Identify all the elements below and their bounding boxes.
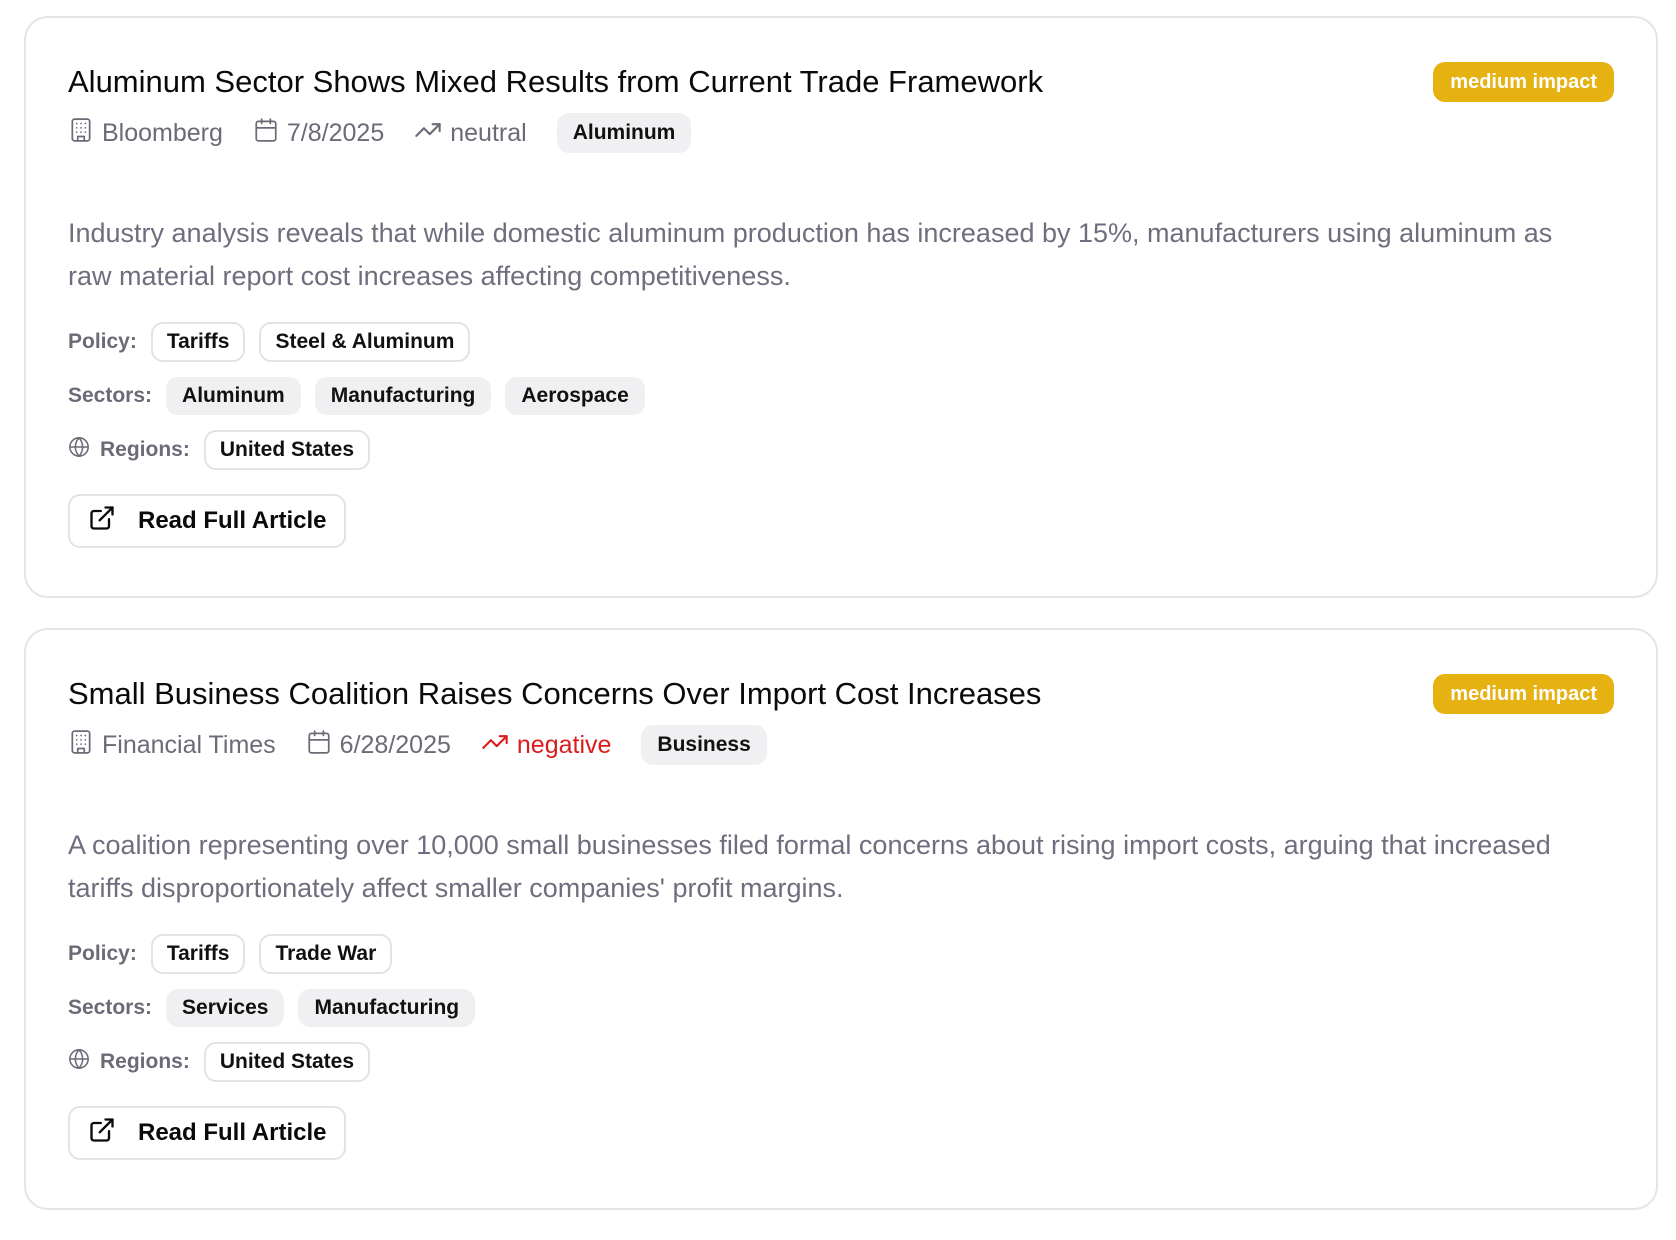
article-meta: Bloomberg 7/8/2025 neutral Aluminum bbox=[68, 112, 1614, 154]
external-link-icon bbox=[88, 504, 138, 539]
policy-label: Policy: bbox=[68, 330, 137, 353]
category-badge: Business bbox=[641, 725, 767, 765]
building-icon bbox=[68, 728, 102, 763]
article-date: 7/8/2025 bbox=[253, 116, 384, 151]
impact-badge: medium impact bbox=[1433, 62, 1614, 102]
read-button-label: Read Full Article bbox=[138, 507, 327, 534]
sector-tag: Manufacturing bbox=[314, 377, 492, 415]
sectors-row: Sectors: Aluminum Manufacturing Aerospac… bbox=[68, 376, 1614, 416]
regions-label: Regions: bbox=[100, 438, 190, 461]
article-summary: A coalition representing over 10,000 sma… bbox=[68, 830, 1551, 903]
calendar-icon bbox=[253, 116, 287, 151]
read-button-label: Read Full Article bbox=[138, 1119, 327, 1146]
policy-tag: Trade War bbox=[259, 934, 393, 974]
article-summary: Industry analysis reveals that while dom… bbox=[68, 218, 1553, 291]
policy-tag: Tariffs bbox=[150, 934, 246, 974]
regions-row: Regions: United States bbox=[68, 1042, 1614, 1082]
sentiment-text: negative bbox=[516, 730, 612, 759]
article-source: Bloomberg bbox=[68, 116, 223, 151]
region-tag: United States bbox=[203, 1042, 371, 1082]
trending-up-icon bbox=[414, 116, 450, 151]
source-name: Bloomberg bbox=[102, 118, 223, 147]
sector-tag: Services bbox=[166, 989, 285, 1027]
read-full-article-button[interactable]: Read Full Article bbox=[68, 1106, 347, 1160]
news-list: Aluminum Sector Shows Mixed Results from… bbox=[24, 16, 1658, 1240]
region-tag: United States bbox=[203, 430, 371, 470]
calendar-icon bbox=[306, 728, 340, 763]
policy-label: Policy: bbox=[68, 942, 137, 965]
sectors-label: Sectors: bbox=[68, 384, 153, 407]
sector-tag: Aerospace bbox=[505, 377, 645, 415]
policy-tag: Steel & Aluminum bbox=[259, 322, 471, 362]
trending-up-icon bbox=[481, 728, 517, 763]
sentiment-text: neutral bbox=[450, 118, 527, 147]
article-meta: Financial Times 6/28/2025 negative Busin… bbox=[68, 724, 1614, 766]
article-card: Small Business Coalition Raises Concerns… bbox=[24, 628, 1658, 1210]
policy-row: Policy: Tariffs Steel & Aluminum bbox=[68, 322, 1614, 362]
sectors-label: Sectors: bbox=[68, 996, 153, 1019]
article-date: 6/28/2025 bbox=[306, 728, 451, 763]
sector-tag: Aluminum bbox=[166, 377, 301, 415]
policy-tag: Tariffs bbox=[150, 322, 246, 362]
policy-row: Policy: Tariffs Trade War bbox=[68, 934, 1614, 974]
source-name: Financial Times bbox=[102, 730, 276, 759]
date-text: 7/8/2025 bbox=[286, 118, 385, 147]
article-source: Financial Times bbox=[68, 728, 276, 763]
article-sentiment: neutral bbox=[414, 116, 527, 151]
read-full-article-button[interactable]: Read Full Article bbox=[68, 494, 347, 548]
date-text: 6/28/2025 bbox=[339, 730, 451, 759]
article-card: Aluminum Sector Shows Mixed Results from… bbox=[24, 16, 1658, 598]
globe-icon bbox=[68, 436, 100, 464]
article-sentiment: negative bbox=[481, 728, 612, 763]
regions-label: Regions: bbox=[100, 1050, 190, 1073]
impact-badge: medium impact bbox=[1433, 674, 1614, 714]
external-link-icon bbox=[88, 1116, 138, 1151]
sectors-row: Sectors: Services Manufacturing bbox=[68, 988, 1614, 1028]
regions-row: Regions: United States bbox=[68, 430, 1614, 470]
sector-tag: Manufacturing bbox=[298, 989, 476, 1027]
category-badge: Aluminum bbox=[556, 113, 692, 153]
building-icon bbox=[68, 116, 102, 151]
globe-icon bbox=[68, 1048, 100, 1076]
article-title[interactable]: Aluminum Sector Shows Mixed Results from… bbox=[68, 62, 1043, 102]
article-title[interactable]: Small Business Coalition Raises Concerns… bbox=[68, 674, 1041, 714]
